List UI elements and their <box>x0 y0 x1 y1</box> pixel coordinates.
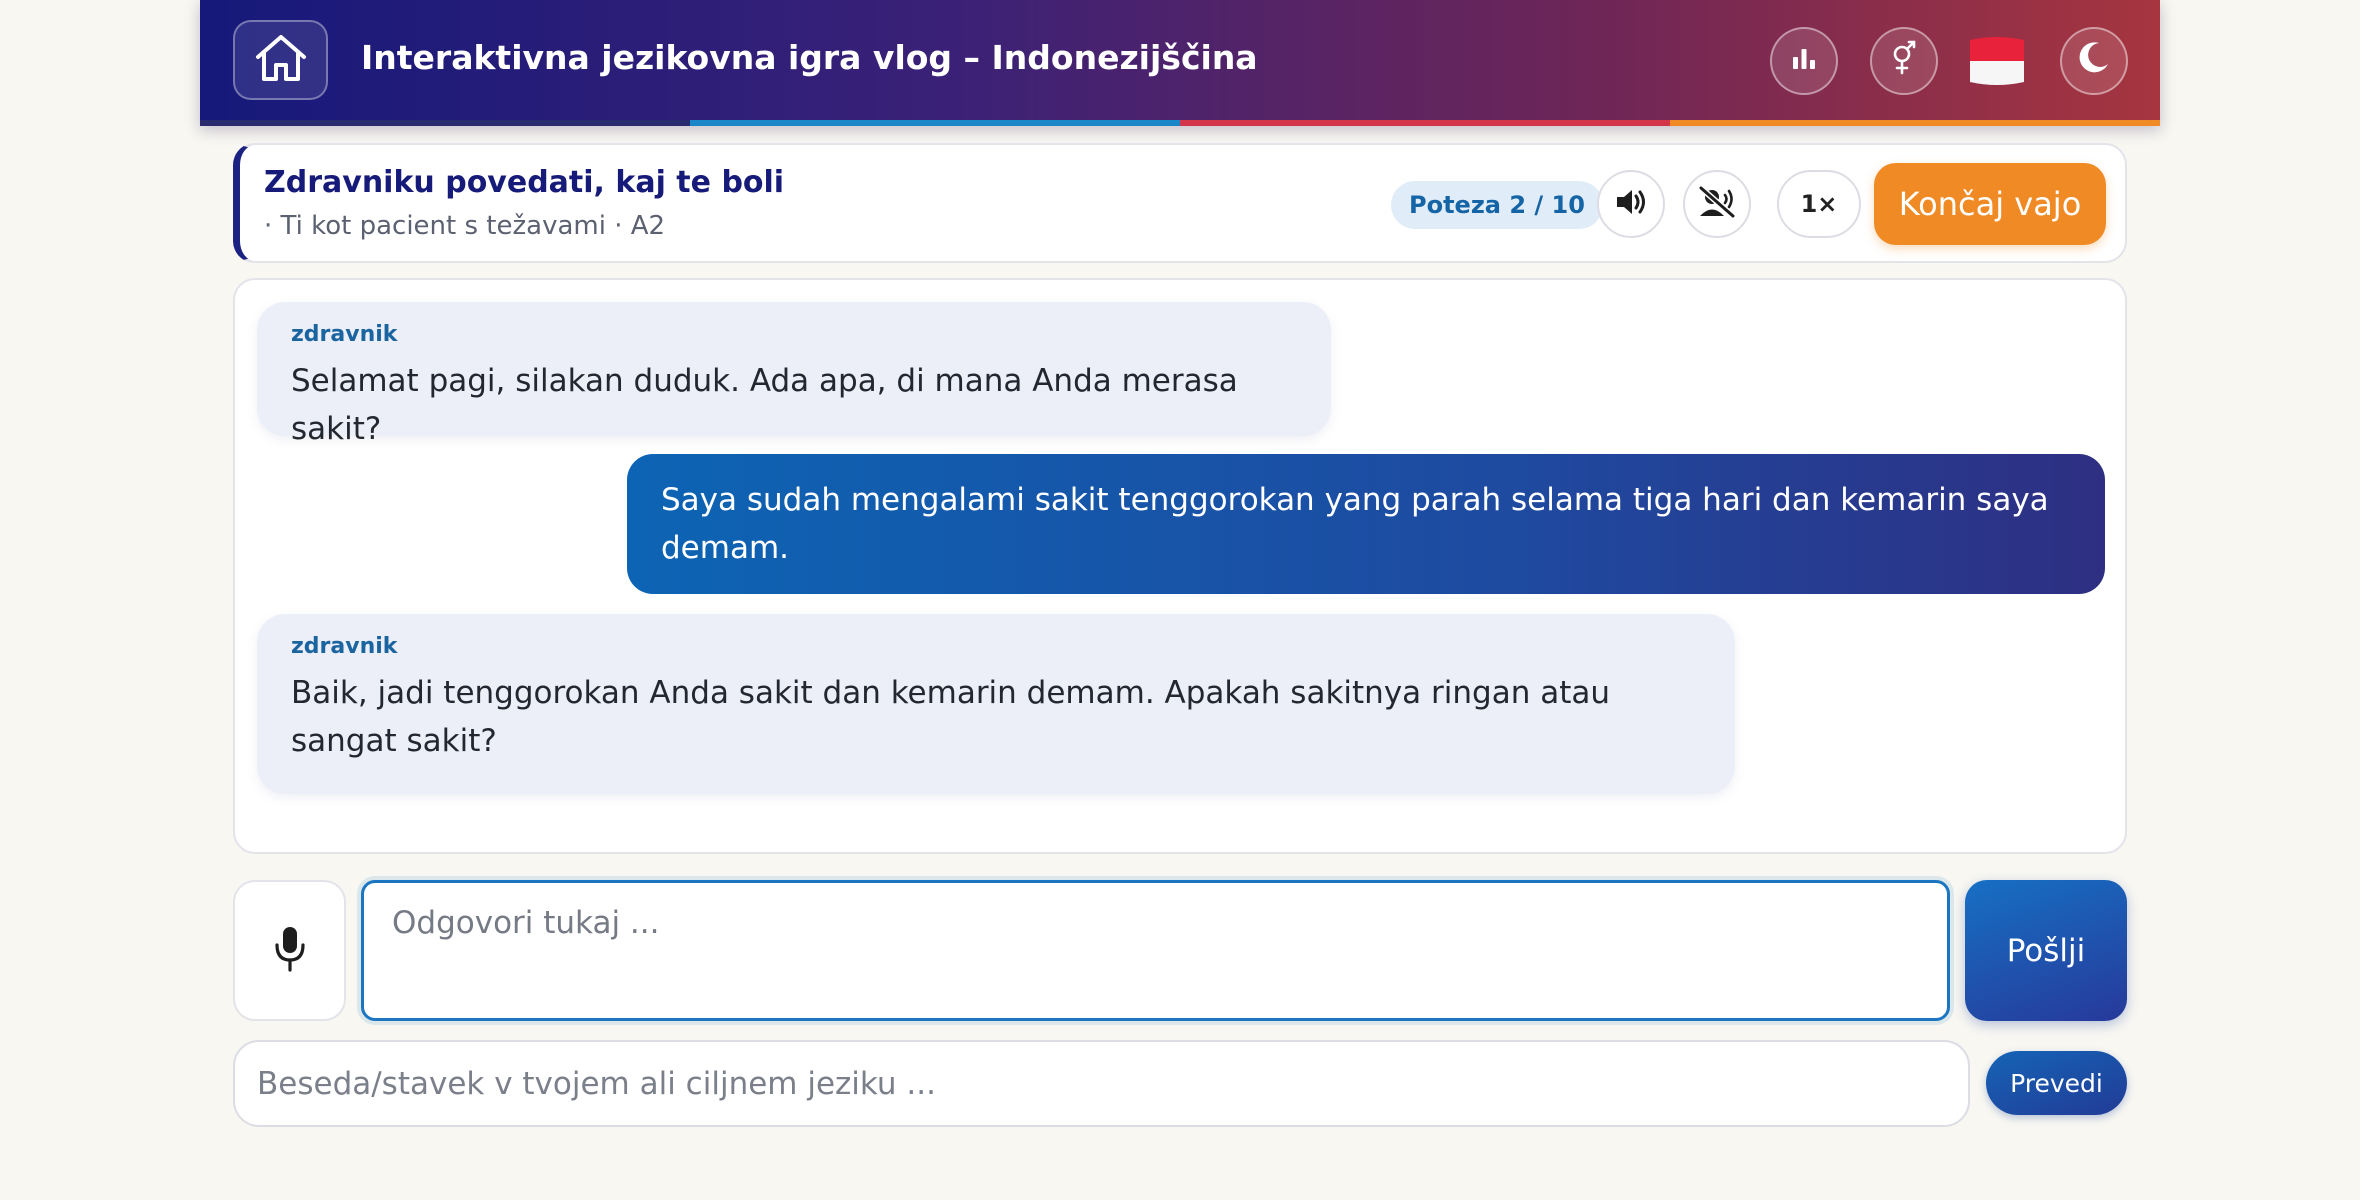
message-text: Saya sudah mengalami sakit tenggorokan y… <box>661 482 2049 566</box>
scenario-subtitle: · Ti kot pacient s težavami · A2 <box>264 211 666 241</box>
send-button[interactable]: Pošlji <box>1965 880 2127 1021</box>
audio-toggle-button[interactable] <box>1597 170 1665 238</box>
chat-log[interactable]: zdravnik Selamat pagi, silakan duduk. Ad… <box>233 278 2127 854</box>
microphone-button[interactable] <box>233 880 346 1021</box>
gender-icon <box>1889 39 1919 83</box>
speaker-muted-icon <box>1697 185 1737 223</box>
stripe-segment <box>200 120 690 126</box>
indonesia-flag-icon[interactable] <box>1967 32 2027 90</box>
playback-speed-button[interactable]: 1× <box>1777 170 1861 238</box>
app-root: Interaktivna jezikovna igra vlog – Indon… <box>200 0 2160 1200</box>
bot-message: zdravnik Baik, jadi tenggorokan Anda sak… <box>257 614 1735 794</box>
speaker-icon <box>1614 187 1648 221</box>
translate-button[interactable]: Prevedi <box>1986 1051 2127 1115</box>
app-title: Interaktivna jezikovna igra vlog – Indon… <box>361 38 1258 77</box>
microphone-icon <box>273 925 307 977</box>
stats-button[interactable] <box>1770 27 1838 95</box>
user-message: Saya sudah mengalami sakit tenggorokan y… <box>627 454 2105 594</box>
stripe-segment <box>1670 120 2160 126</box>
moon-icon <box>2077 40 2111 82</box>
message-speaker: zdravnik <box>291 634 398 659</box>
bot-message: zdravnik Selamat pagi, silakan duduk. Ad… <box>257 302 1331 447</box>
header-accent-stripe <box>200 120 2160 126</box>
translate-input[interactable] <box>233 1040 1970 1127</box>
stripe-segment <box>690 120 1180 126</box>
message-speaker: zdravnik <box>291 322 398 347</box>
scenario-card: Zdravniku povedati, kaj te boli · Ti kot… <box>233 143 2127 263</box>
answer-input[interactable] <box>361 880 1950 1021</box>
message-text: Selamat pagi, silakan duduk. Ada apa, di… <box>291 363 1238 447</box>
dark-mode-button[interactable] <box>2060 27 2128 95</box>
message-text: Baik, jadi tenggorokan Anda sakit dan ke… <box>291 675 1610 759</box>
stripe-segment <box>1180 120 1670 126</box>
top-header: Interaktivna jezikovna igra vlog – Indon… <box>200 0 2160 126</box>
end-exercise-button[interactable]: Končaj vajo <box>1874 163 2106 245</box>
bar-chart-icon <box>1791 44 1817 79</box>
turn-counter-badge: Poteza 2 / 10 <box>1391 181 1603 229</box>
mute-voice-button[interactable] <box>1683 170 1751 238</box>
scenario-title: Zdravniku povedati, kaj te boli <box>264 165 785 200</box>
gender-button[interactable] <box>1870 27 1938 95</box>
home-button[interactable] <box>233 20 328 100</box>
home-icon <box>254 33 308 87</box>
